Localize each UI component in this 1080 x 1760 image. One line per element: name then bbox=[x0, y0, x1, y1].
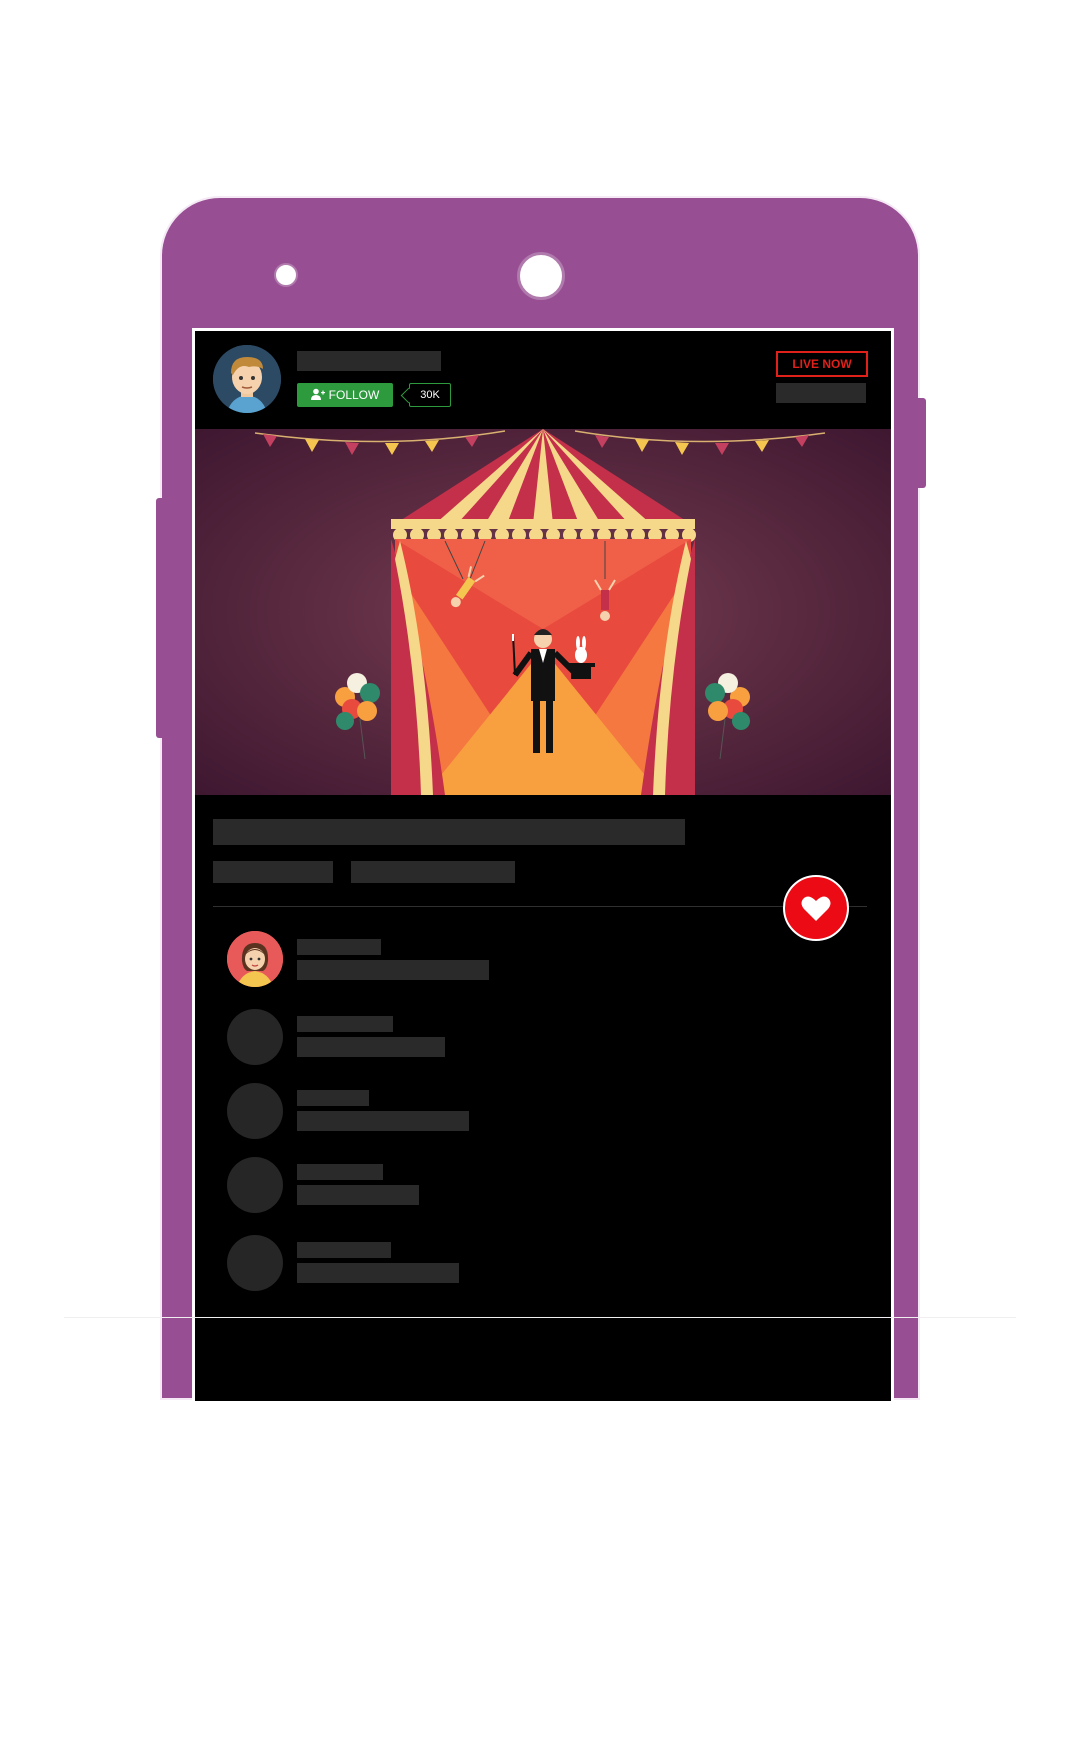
streamer-name-placeholder bbox=[297, 351, 441, 371]
comment-item bbox=[195, 1083, 891, 1143]
streamer-avatar[interactable] bbox=[213, 345, 281, 413]
comment-text-placeholder bbox=[297, 1263, 459, 1283]
comment-text-placeholder bbox=[297, 960, 489, 980]
canvas: FOLLOW 30K LIVE NOW bbox=[0, 0, 1080, 1760]
commenter-name-placeholder bbox=[297, 1242, 391, 1258]
comment-text-placeholder bbox=[297, 1185, 419, 1205]
balloons-left bbox=[335, 673, 380, 760]
comment-item bbox=[195, 1235, 891, 1295]
live-label: LIVE NOW bbox=[792, 357, 852, 371]
follow-label: FOLLOW bbox=[328, 388, 380, 402]
commenter-name-placeholder bbox=[297, 1016, 393, 1032]
commenter-avatar[interactable] bbox=[227, 1235, 283, 1291]
stream-meta-placeholder bbox=[213, 861, 333, 883]
comment-text-placeholder bbox=[297, 1111, 469, 1131]
circus-stage-illustration bbox=[254, 429, 826, 795]
commenter-avatar[interactable] bbox=[227, 1157, 283, 1213]
comment-item bbox=[195, 1157, 891, 1217]
commenter-avatar[interactable] bbox=[227, 1009, 283, 1065]
video-player[interactable] bbox=[195, 429, 891, 795]
app-screen: FOLLOW 30K LIVE NOW bbox=[192, 328, 894, 1401]
live-badge: LIVE NOW bbox=[776, 351, 868, 377]
comment-text-placeholder bbox=[297, 1037, 445, 1057]
balloons-right bbox=[705, 673, 750, 760]
stream-title-placeholder bbox=[213, 819, 685, 845]
stream-header: FOLLOW 30K LIVE NOW bbox=[195, 331, 891, 429]
commenter-name-placeholder bbox=[297, 939, 381, 955]
follower-count-text: 30K bbox=[420, 389, 440, 401]
man-avatar-icon bbox=[213, 345, 281, 413]
floor-line bbox=[64, 1317, 1016, 1318]
comment-item bbox=[195, 931, 891, 991]
commenter-name-placeholder bbox=[297, 1090, 369, 1106]
comment-item bbox=[195, 1009, 891, 1069]
commenter-avatar[interactable] bbox=[227, 931, 283, 987]
commenter-name-placeholder bbox=[297, 1164, 383, 1180]
section-divider bbox=[213, 906, 867, 907]
phone-side-button bbox=[918, 398, 926, 488]
phone-side-button bbox=[156, 498, 162, 738]
commenter-avatar[interactable] bbox=[227, 1083, 283, 1139]
heart-icon bbox=[801, 896, 831, 921]
viewer-count-placeholder bbox=[776, 383, 866, 403]
phone-sensor bbox=[274, 263, 298, 287]
add-user-icon bbox=[310, 388, 325, 403]
follower-count: 30K bbox=[409, 383, 451, 407]
woman-avatar-icon bbox=[227, 931, 283, 987]
phone-camera bbox=[517, 252, 565, 300]
follow-button[interactable]: FOLLOW bbox=[297, 383, 393, 407]
stream-meta-placeholder bbox=[351, 861, 515, 883]
